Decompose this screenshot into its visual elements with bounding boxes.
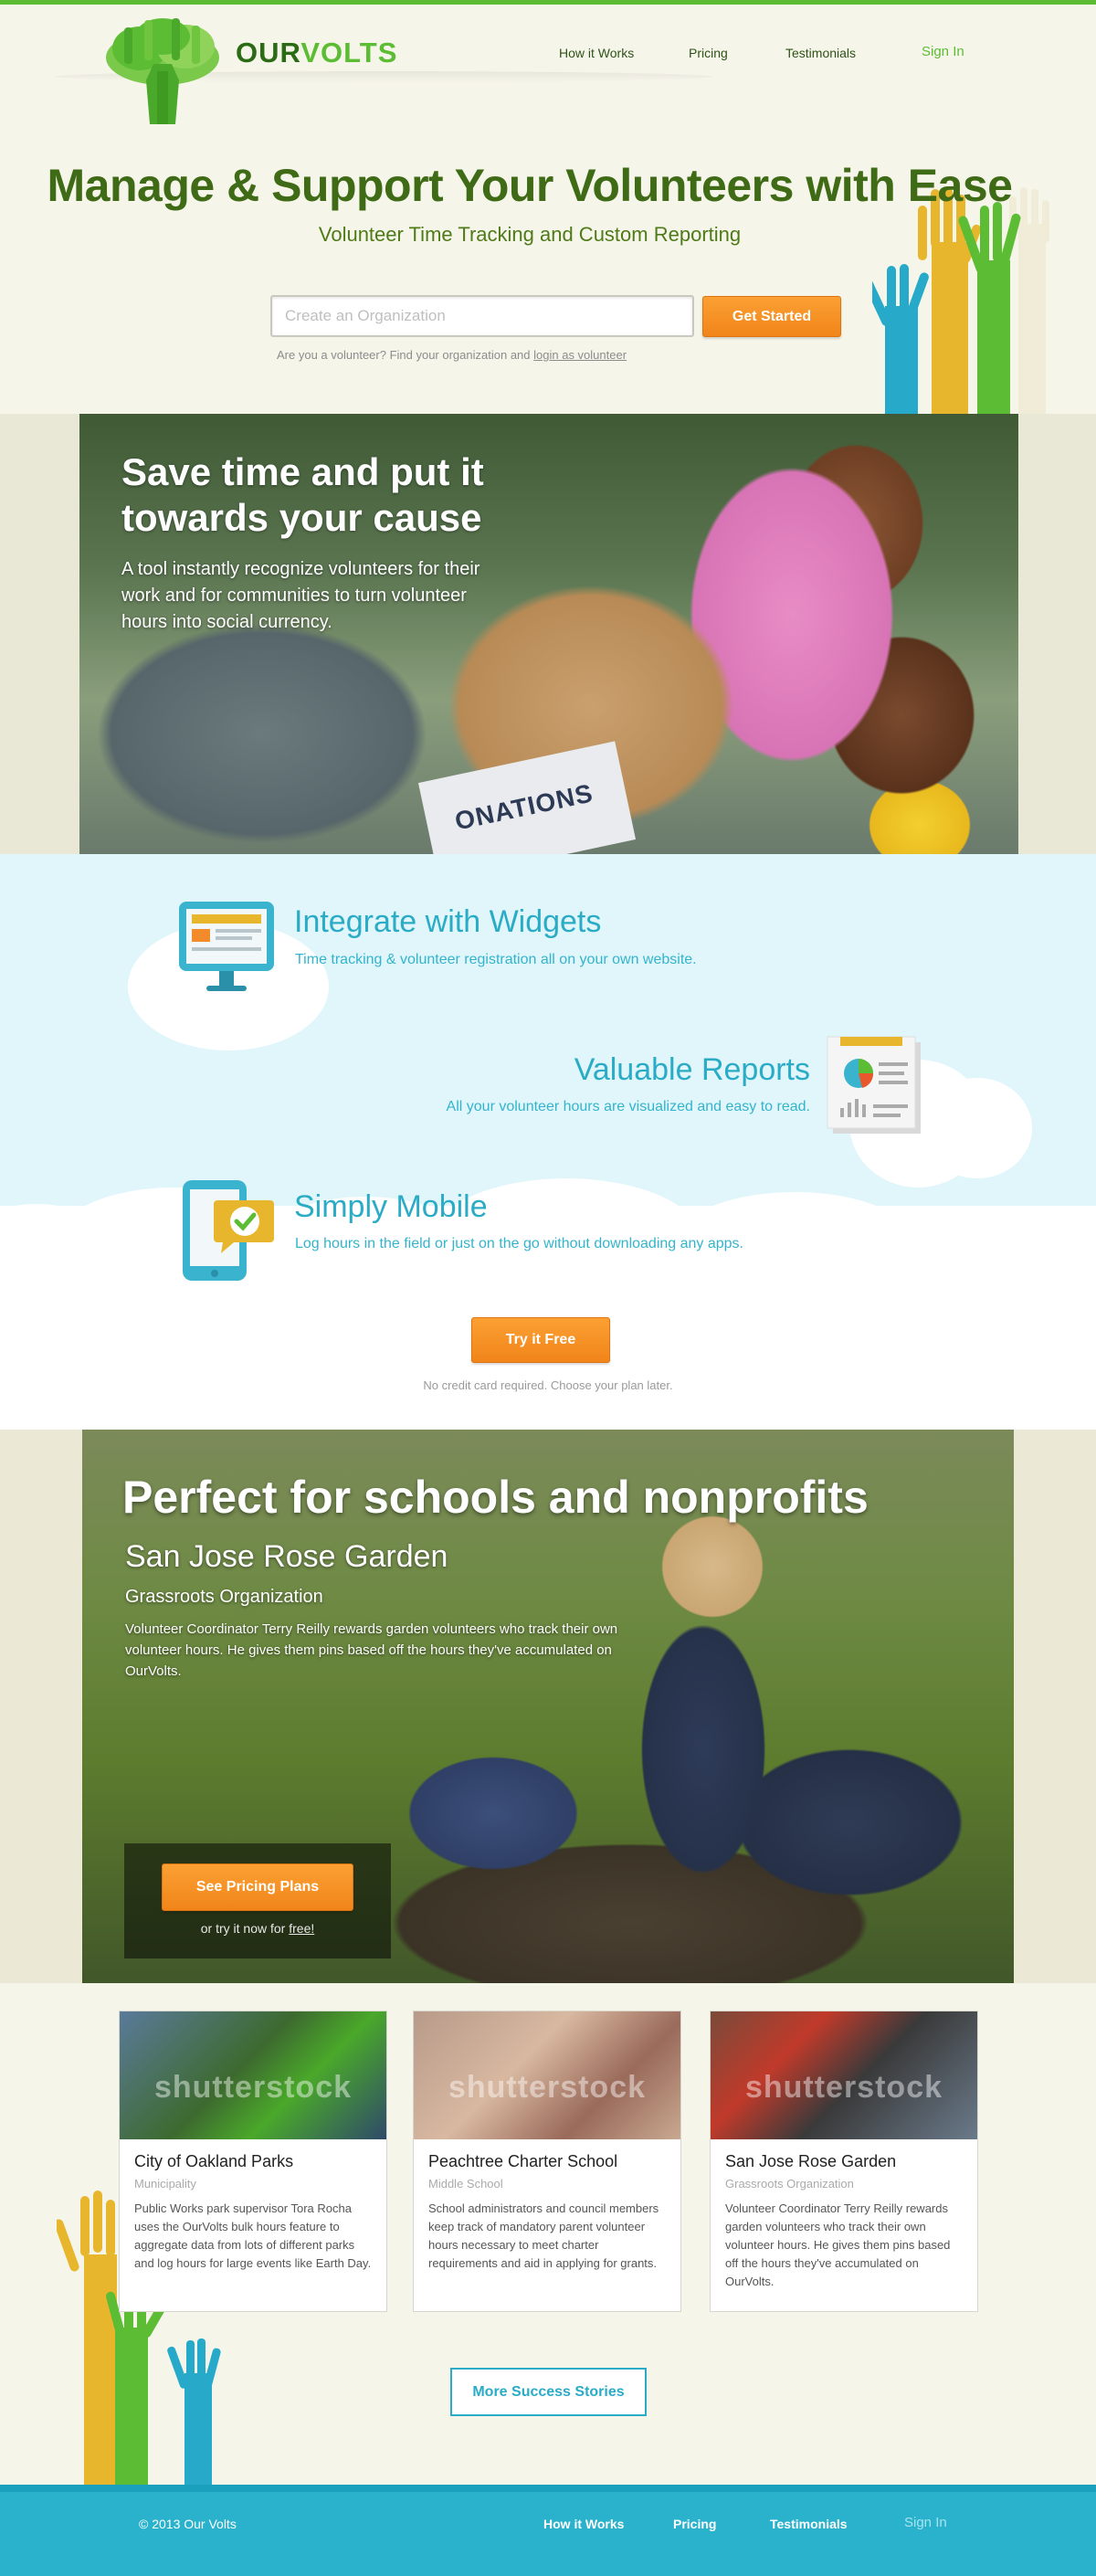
volunteer-login-note: Are you a volunteer? Find your organizat… — [277, 348, 627, 362]
watermark-text: shutterstock — [744, 2070, 943, 2105]
schools-org-name: San Jose Rose Garden — [125, 1539, 448, 1574]
story-card-kind: Middle School — [428, 2177, 503, 2191]
get-started-button[interactable]: Get Started — [702, 296, 841, 337]
nav-testimonials[interactable]: Testimonials — [785, 46, 856, 60]
tree-logo-icon — [106, 18, 219, 124]
feature-text-mobile: Log hours in the field or just on the go… — [295, 1236, 743, 1251]
logo-wordmark: OURVOLTS — [236, 37, 398, 69]
monitor-icon — [179, 902, 274, 991]
more-success-stories-button[interactable]: More Success Stories — [450, 2368, 647, 2416]
feature-title-reports: Valuable Reports — [574, 1052, 810, 1087]
try-free-link[interactable]: free! — [289, 1921, 314, 1936]
try-now-text: or try it now for — [200, 1921, 286, 1936]
footer-pricing[interactable]: Pricing — [673, 2517, 716, 2531]
schools-title: Perfect for schools and nonprofits — [122, 1472, 869, 1523]
story-card-kind: Municipality — [134, 2177, 196, 2191]
footer-testimonials[interactable]: Testimonials — [770, 2517, 848, 2531]
story-card-text: Public Works park supervisor Tora Rocha … — [134, 2201, 372, 2270]
nav-sign-in[interactable]: Sign In — [922, 44, 964, 59]
top-accent-bar — [0, 0, 1096, 5]
feature-text-widgets: Time tracking & volunteer registration a… — [295, 952, 697, 967]
mobile-icon — [183, 1180, 274, 1281]
create-organization-input[interactable] — [270, 295, 694, 337]
footer-how-it-works[interactable]: How it Works — [543, 2517, 624, 2531]
no-credit-card-note: No credit card required. Choose your pla… — [423, 1378, 673, 1392]
story-card[interactable]: shutterstock San Jose Rose Garden Grassr… — [710, 2011, 978, 2312]
photo-band-title: Save time and put it towards your cause — [121, 450, 484, 539]
story-card-image: shutterstock — [414, 2011, 680, 2139]
nav-pricing[interactable]: Pricing — [689, 46, 728, 60]
story-card-kind: Grassroots Organization — [725, 2177, 854, 2191]
see-pricing-plans-button[interactable]: See Pricing Plans — [162, 1863, 353, 1911]
story-card[interactable]: shutterstock City of Oakland Parks Munic… — [119, 2011, 387, 2312]
footer-sign-in[interactable]: Sign In — [904, 2515, 947, 2530]
story-card[interactable]: shutterstock Peachtree Charter School Mi… — [413, 2011, 681, 2312]
cloud-decoration — [922, 1078, 1032, 1178]
watermark-text: shutterstock — [448, 2070, 647, 2105]
report-icon — [827, 1036, 921, 1134]
photo-band-text: A tool instantly recognize volunteers fo… — [121, 559, 480, 632]
login-as-volunteer-link[interactable]: login as volunteer — [533, 348, 627, 362]
schools-org-kind: Grassroots Organization — [125, 1587, 323, 1607]
story-card-title: Peachtree Charter School — [428, 2152, 618, 2170]
story-card-image: shutterstock — [711, 2011, 977, 2139]
footer-top-border — [0, 2485, 1096, 2492]
story-card-text: Volunteer Coordinator Terry Reilly rewar… — [725, 2201, 951, 2288]
story-card-text: School administrators and council member… — [428, 2201, 659, 2270]
try-now-note: or try it now for free! — [124, 1921, 391, 1936]
story-card-image: shutterstock — [120, 2011, 386, 2139]
story-card-title: City of Oakland Parks — [134, 2152, 294, 2170]
footer-copyright: © 2013 Our Volts — [139, 2517, 237, 2531]
hero-title: Manage & Support Your Volunteers with Ea… — [47, 160, 1013, 211]
story-card-title: San Jose Rose Garden — [725, 2152, 897, 2170]
try-it-free-button[interactable]: Try it Free — [471, 1317, 610, 1363]
nav-how-it-works[interactable]: How it Works — [559, 46, 634, 60]
watermark-text: shutterstock — [153, 2070, 353, 2105]
raised-hands-illustration — [872, 187, 1049, 414]
feature-title-widgets: Integrate with Widgets — [294, 904, 602, 939]
feature-title-mobile: Simply Mobile — [294, 1189, 488, 1224]
volunteer-note-text: Are you a volunteer? Find your organizat… — [277, 348, 531, 362]
logo[interactable]: OURVOLTS — [99, 16, 400, 126]
hero-subtitle: Volunteer Time Tracking and Custom Repor… — [318, 223, 742, 246]
feature-text-reports: All your volunteer hours are visualized … — [446, 1099, 810, 1114]
schools-text: Volunteer Coordinator Terry Reilly rewar… — [125, 1621, 618, 1679]
